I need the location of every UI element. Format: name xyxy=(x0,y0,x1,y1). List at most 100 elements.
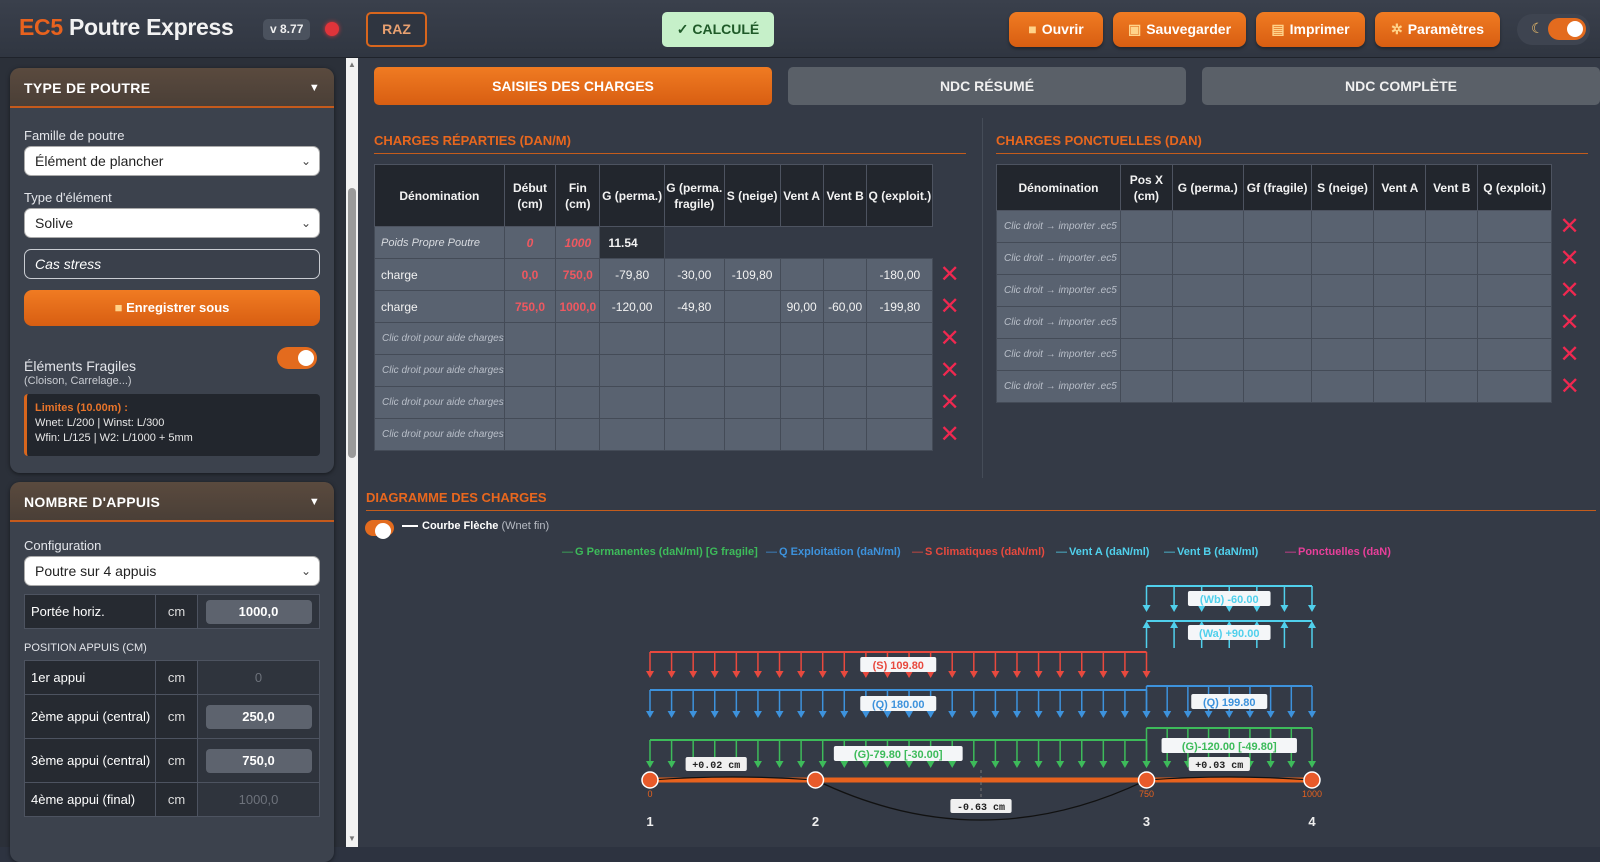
row-value-cell[interactable] xyxy=(1477,210,1553,243)
row-value-cell[interactable] xyxy=(1477,242,1553,275)
row-value-cell[interactable] xyxy=(1242,370,1312,403)
row-value-cell[interactable] xyxy=(1425,306,1479,339)
row-value-cell[interactable] xyxy=(866,354,934,387)
save-as-button[interactable]: ■ Enregistrer sous xyxy=(24,290,320,326)
supports-header[interactable]: NOMBRE D'APPUIS ▼ xyxy=(10,482,334,522)
row-value-cell[interactable] xyxy=(503,354,557,387)
row-value-cell[interactable] xyxy=(866,322,934,355)
row-value-cell[interactable] xyxy=(1119,306,1173,339)
element-select[interactable]: Solive ⌄ xyxy=(24,208,320,238)
delete-row-icon[interactable]: ✕ xyxy=(1552,307,1588,339)
delete-row-icon[interactable]: ✕ xyxy=(933,355,966,387)
row-value-cell[interactable] xyxy=(1119,370,1173,403)
row-value-cell[interactable]: 90,00 xyxy=(779,290,824,323)
row-value-cell[interactable] xyxy=(1425,370,1479,403)
row-value-cell[interactable] xyxy=(663,354,725,387)
theme-switch[interactable]: ☾ xyxy=(1517,14,1590,45)
tab-ndc-resume[interactable]: NDC RÉSUMÉ xyxy=(788,67,1186,105)
delete-row-icon[interactable]: ✕ xyxy=(1552,275,1588,307)
delete-row-icon[interactable]: ✕ xyxy=(933,323,966,355)
delete-row-icon[interactable]: ✕ xyxy=(1552,339,1588,371)
collapse-arrow-icon[interactable]: ▼ xyxy=(309,68,320,108)
row-value-cell[interactable]: 1000,0 xyxy=(555,290,601,323)
row-value-cell[interactable] xyxy=(779,354,824,387)
delete-row-icon[interactable]: ✕ xyxy=(1552,211,1588,243)
row-value-cell[interactable] xyxy=(1477,338,1553,371)
row-value-cell[interactable] xyxy=(1171,306,1244,339)
row-value-cell[interactable] xyxy=(1477,306,1553,339)
row-name-cell[interactable]: charge xyxy=(374,258,505,291)
row-value-cell[interactable] xyxy=(1119,274,1173,307)
row-value-cell[interactable]: -79,80 xyxy=(599,258,665,291)
row-value-cell[interactable] xyxy=(555,322,601,355)
row-name-cell[interactable]: Clic droit → importer .ec5 xyxy=(996,338,1121,371)
row-name-cell[interactable]: Clic droit → importer .ec5 xyxy=(996,210,1121,243)
row-value-cell[interactable] xyxy=(1310,370,1375,403)
row-value-cell[interactable]: 750,0 xyxy=(555,258,601,291)
sidebar-scrollbar[interactable]: ▲ ▼ xyxy=(346,58,358,847)
row-value-cell[interactable] xyxy=(1119,210,1173,243)
span-input[interactable]: 1000,0 xyxy=(205,599,312,624)
tab-ndc-complete[interactable]: NDC COMPLÈTE xyxy=(1202,67,1600,105)
open-button[interactable]: ■ Ouvrir xyxy=(1009,12,1103,47)
row-value-cell[interactable]: 0,0 xyxy=(503,258,557,291)
row-name-cell[interactable]: Clic droit pour aide charges xyxy=(374,418,505,451)
row-value-cell[interactable] xyxy=(663,386,725,419)
row-value-cell[interactable] xyxy=(1477,370,1553,403)
row-value-cell[interactable] xyxy=(779,322,824,355)
row-name-cell[interactable]: Clic droit → importer .ec5 xyxy=(996,306,1121,339)
row-value-cell[interactable] xyxy=(1373,242,1427,275)
tab-saisies[interactable]: SAISIES DES CHARGES xyxy=(374,67,772,105)
position-input[interactable]: 0 xyxy=(206,666,312,690)
row-value-cell[interactable] xyxy=(1242,242,1312,275)
row-value-cell[interactable] xyxy=(779,258,824,291)
row-value-cell[interactable] xyxy=(599,354,665,387)
row-value-cell[interactable] xyxy=(723,290,781,323)
row-value-cell[interactable] xyxy=(663,418,725,451)
row-value-cell[interactable]: -120,00 xyxy=(599,290,665,323)
row-value-cell[interactable] xyxy=(1171,210,1244,243)
print-button[interactable]: ▤ Imprimer xyxy=(1256,12,1365,47)
curve-toggle[interactable] xyxy=(365,520,394,539)
row-value-cell[interactable] xyxy=(723,322,781,355)
row-value-cell[interactable] xyxy=(1425,210,1479,243)
row-value-cell[interactable] xyxy=(1119,338,1173,371)
row-name-cell[interactable]: Clic droit → importer .ec5 xyxy=(996,242,1121,275)
row-name-cell[interactable]: Clic droit pour aide charges xyxy=(374,386,505,419)
row-name-cell[interactable]: Clic droit pour aide charges xyxy=(374,322,505,355)
row-value-cell[interactable] xyxy=(599,386,665,419)
row-value-cell[interactable]: -60,00 xyxy=(822,290,868,323)
delete-row-icon[interactable]: ✕ xyxy=(933,419,966,451)
row-value-cell[interactable] xyxy=(1373,274,1427,307)
row-value-cell[interactable] xyxy=(723,354,781,387)
position-input[interactable]: 250,0 xyxy=(205,704,312,729)
delete-row-icon[interactable]: ✕ xyxy=(1552,371,1588,403)
row-value-cell[interactable] xyxy=(822,354,868,387)
position-input[interactable]: 1000,0 xyxy=(206,788,312,812)
delete-row-icon[interactable]: ✕ xyxy=(1552,243,1588,275)
case-name-input[interactable]: Cas stress xyxy=(24,249,320,279)
delete-row-icon[interactable]: ✕ xyxy=(933,387,966,419)
row-value-cell[interactable] xyxy=(1310,210,1375,243)
delete-row-icon[interactable]: ✕ xyxy=(933,259,966,291)
delete-row-icon[interactable]: ✕ xyxy=(933,291,966,323)
row-value-cell[interactable] xyxy=(1425,274,1479,307)
row-value-cell[interactable] xyxy=(822,386,868,419)
settings-button[interactable]: ✲ Paramètres xyxy=(1375,12,1500,47)
scroll-up-icon[interactable]: ▲ xyxy=(348,60,356,69)
row-name-cell[interactable]: charge xyxy=(374,290,505,323)
row-value-cell[interactable] xyxy=(599,322,665,355)
family-select[interactable]: Élément de plancher ⌄ xyxy=(24,146,320,176)
row-value-cell[interactable] xyxy=(1373,338,1427,371)
row-value-cell[interactable] xyxy=(1373,210,1427,243)
position-input[interactable]: 750,0 xyxy=(205,748,312,773)
row-value-cell[interactable] xyxy=(866,386,934,419)
row-value-cell[interactable] xyxy=(503,386,557,419)
collapse-arrow-icon[interactable]: ▼ xyxy=(309,482,320,522)
scrollbar-thumb[interactable] xyxy=(348,188,356,458)
scroll-down-icon[interactable]: ▼ xyxy=(348,834,356,843)
row-value-cell[interactable]: 750,0 xyxy=(503,290,557,323)
row-value-cell[interactable] xyxy=(822,322,868,355)
row-value-cell[interactable] xyxy=(599,418,665,451)
row-value-cell[interactable] xyxy=(822,258,868,291)
